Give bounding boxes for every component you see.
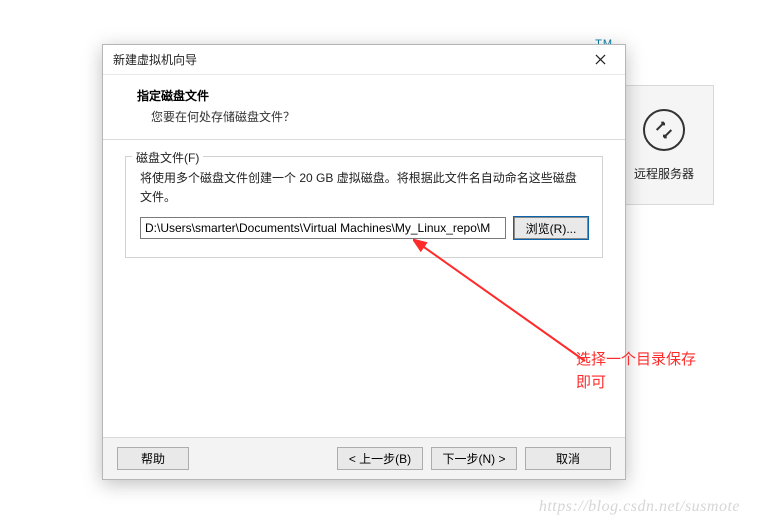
close-button[interactable]: [583, 48, 617, 72]
disk-file-legend: 磁盘文件(F): [132, 149, 203, 166]
close-icon: [595, 54, 606, 65]
annotation-text: 选择一个目录保存 即可: [576, 349, 696, 394]
header-title: 指定磁盘文件: [137, 87, 597, 104]
cancel-button[interactable]: 取消: [525, 447, 611, 470]
wizard-body: 磁盘文件(F) 将使用多个磁盘文件创建一个 20 GB 虚拟磁盘。将根据此文件名…: [103, 140, 625, 258]
watermark-text: https://blog.csdn.net/susmote: [539, 498, 740, 516]
disk-file-description: 将使用多个磁盘文件创建一个 20 GB 虚拟磁盘。将根据此文件名自动命名这些磁盘…: [140, 169, 588, 207]
wizard-header: 指定磁盘文件 您要在何处存储磁盘文件？: [103, 75, 625, 140]
dialog-title: 新建虚拟机向导: [113, 51, 197, 68]
annotation-line2: 即可: [576, 372, 696, 395]
next-button[interactable]: 下一步(N) >: [431, 447, 517, 470]
remote-server-label: 远程服务器: [634, 165, 694, 182]
disk-file-group: 磁盘文件(F) 将使用多个磁盘文件创建一个 20 GB 虚拟磁盘。将根据此文件名…: [125, 156, 603, 258]
new-vm-wizard-dialog: 新建虚拟机向导 指定磁盘文件 您要在何处存储磁盘文件？ 磁盘文件(F) 将使用多…: [102, 44, 626, 480]
remote-server-card[interactable]: 远程服务器: [614, 85, 714, 205]
disk-path-input[interactable]: [140, 217, 506, 239]
help-button[interactable]: 帮助: [117, 447, 189, 470]
path-row: 浏览(R)...: [140, 217, 588, 239]
header-subtitle: 您要在何处存储磁盘文件？: [137, 108, 597, 125]
titlebar: 新建虚拟机向导: [103, 45, 625, 75]
wizard-footer: 帮助 < 上一步(B) 下一步(N) > 取消: [103, 437, 625, 479]
back-button[interactable]: < 上一步(B): [337, 447, 423, 470]
annotation-line1: 选择一个目录保存: [576, 349, 696, 372]
browse-button[interactable]: 浏览(R)...: [514, 217, 588, 239]
remote-server-icon: [643, 109, 685, 151]
